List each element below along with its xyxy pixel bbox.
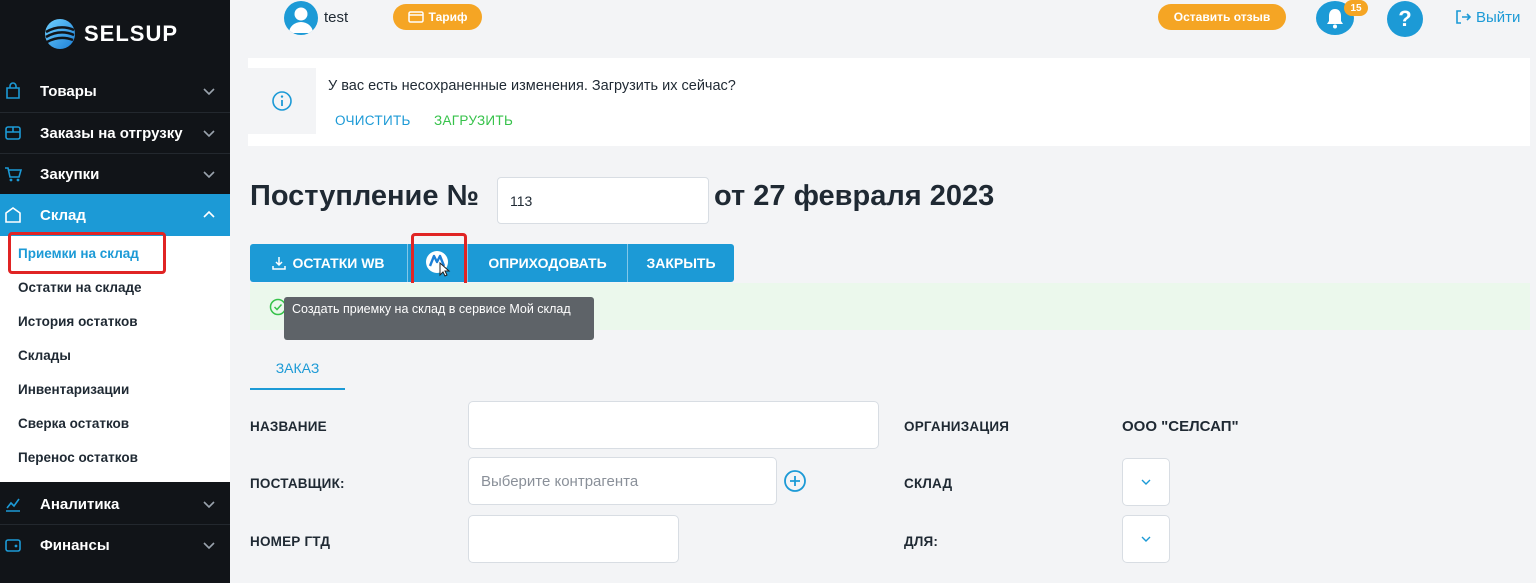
chevron-down-icon bbox=[203, 88, 215, 96]
chevron-down-icon bbox=[1141, 479, 1151, 485]
warehouse-icon bbox=[5, 207, 21, 223]
chevron-down-icon bbox=[203, 542, 215, 550]
logout-link[interactable]: Выйти bbox=[1454, 8, 1520, 26]
submenu-item-transfer[interactable]: Перенос остатков bbox=[18, 450, 138, 465]
page-title-prefix: Поступление № bbox=[250, 180, 479, 212]
sidebar-item-purchases[interactable]: Закупки bbox=[0, 153, 230, 195]
for-label: ДЛЯ: bbox=[904, 534, 939, 549]
organization-value: ООО "СЕЛСАП" bbox=[1122, 418, 1239, 435]
sidebar-item-label: Заказы на отгрузку bbox=[40, 124, 183, 142]
sidebar-item-warehouse[interactable]: Склад bbox=[0, 194, 230, 236]
notice-text: У вас есть несохраненные изменения. Загр… bbox=[328, 78, 736, 94]
notifications-count-badge: 15 bbox=[1344, 0, 1368, 16]
sidebar-item-label: Финансы bbox=[40, 536, 110, 554]
warehouse-select[interactable] bbox=[1122, 458, 1170, 506]
tooltip: Создать приемку на склад в сервисе Мой с… bbox=[284, 297, 594, 340]
notice-icon-box bbox=[248, 68, 316, 134]
feedback-button[interactable]: Оставить отзыв bbox=[1158, 4, 1286, 30]
feedback-label: Оставить отзыв bbox=[1173, 10, 1271, 24]
user-icon bbox=[289, 7, 313, 33]
close-label: ЗАКРЫТЬ bbox=[646, 255, 716, 271]
chevron-down-icon bbox=[203, 130, 215, 138]
chart-icon bbox=[6, 498, 20, 512]
post-label: ОПРИХОДОВАТЬ bbox=[488, 255, 607, 271]
card-icon bbox=[407, 11, 424, 23]
supplier-input[interactable] bbox=[468, 457, 777, 505]
for-select[interactable] bbox=[1122, 515, 1170, 563]
name-input[interactable] bbox=[468, 401, 879, 449]
document-number-input[interactable] bbox=[497, 177, 709, 224]
tariff-button[interactable]: Тариф bbox=[393, 4, 482, 30]
sidebar-item-label: Закупки bbox=[40, 165, 100, 183]
sidebar-item-finance[interactable]: Финансы bbox=[0, 524, 230, 566]
highlight-box bbox=[8, 232, 166, 274]
sidebar-item-label: Склад bbox=[40, 206, 86, 224]
gtd-input[interactable] bbox=[468, 515, 679, 563]
chevron-down-icon bbox=[1141, 536, 1151, 542]
info-icon bbox=[272, 91, 292, 111]
post-button[interactable]: ОПРИХОДОВАТЬ bbox=[468, 244, 628, 282]
box-icon bbox=[5, 126, 21, 140]
gtd-label: НОМЕР ГТД bbox=[250, 534, 331, 549]
organization-label: ОРГАНИЗАЦИЯ bbox=[904, 419, 1010, 434]
close-button[interactable]: ЗАКРЫТЬ bbox=[628, 244, 734, 282]
logo-mark-icon bbox=[45, 19, 75, 49]
bag-icon bbox=[6, 82, 20, 99]
avatar[interactable] bbox=[284, 1, 318, 35]
tariff-label: Тариф bbox=[428, 10, 468, 24]
chevron-down-icon bbox=[203, 171, 215, 179]
bell-icon bbox=[1327, 9, 1343, 29]
chevron-up-icon bbox=[203, 210, 215, 218]
logout-label: Выйти bbox=[1476, 8, 1521, 26]
supplier-label: ПОСТАВЩИК: bbox=[250, 476, 345, 491]
add-supplier-icon[interactable] bbox=[783, 469, 807, 493]
logo[interactable]: SELSUP bbox=[42, 14, 178, 54]
clear-button[interactable]: ОЧИСТИТЬ bbox=[335, 113, 411, 128]
unsaved-changes-notice: У вас есть несохраненные изменения. Загр… bbox=[248, 58, 1530, 146]
logo-text: SELSUP bbox=[84, 21, 179, 46]
document-toolbar: ОСТАТКИ WB ОПРИХОДОВАТЬ ЗАКРЫТЬ bbox=[250, 244, 734, 282]
name-label: НАЗВАНИЕ bbox=[250, 419, 327, 434]
submenu-item-warehouses[interactable]: Склады bbox=[18, 348, 71, 363]
sidebar-item-shipments[interactable]: Заказы на отгрузку bbox=[0, 112, 230, 154]
submenu-item-stock[interactable]: Остатки на складе bbox=[18, 280, 142, 295]
sidebar-item-analytics[interactable]: Аналитика bbox=[0, 483, 230, 525]
sidebar-item-label: Товары bbox=[40, 82, 97, 100]
page-title-date: от 27 февраля 2023 bbox=[714, 180, 995, 212]
sidebar-item-label: Аналитика bbox=[40, 495, 120, 513]
submenu-item-reconciliation[interactable]: Сверка остатков bbox=[18, 416, 129, 431]
submenu-item-inventory[interactable]: Инвентаризации bbox=[18, 382, 129, 397]
warehouse-label: СКЛАД bbox=[904, 476, 953, 491]
help-button[interactable]: ? bbox=[1387, 1, 1423, 37]
load-button[interactable]: ЗАГРУЗИТЬ bbox=[434, 113, 513, 128]
download-icon bbox=[272, 257, 287, 270]
cart-icon bbox=[5, 167, 22, 182]
sidebar: SELSUP Товары Заказы на отгрузку Закупки… bbox=[0, 0, 230, 583]
submenu-item-stock-history[interactable]: История остатков bbox=[18, 314, 138, 329]
logout-icon bbox=[1456, 10, 1472, 24]
wb-stock-button[interactable]: ОСТАТКИ WB bbox=[250, 244, 408, 282]
user-name[interactable]: test bbox=[324, 9, 348, 26]
wb-stock-label: ОСТАТКИ WB bbox=[292, 255, 385, 271]
wallet-icon bbox=[5, 539, 21, 552]
chevron-down-icon bbox=[203, 501, 215, 509]
sidebar-item-products[interactable]: Товары bbox=[0, 70, 230, 112]
tab-order[interactable]: ЗАКАЗ bbox=[250, 348, 345, 390]
